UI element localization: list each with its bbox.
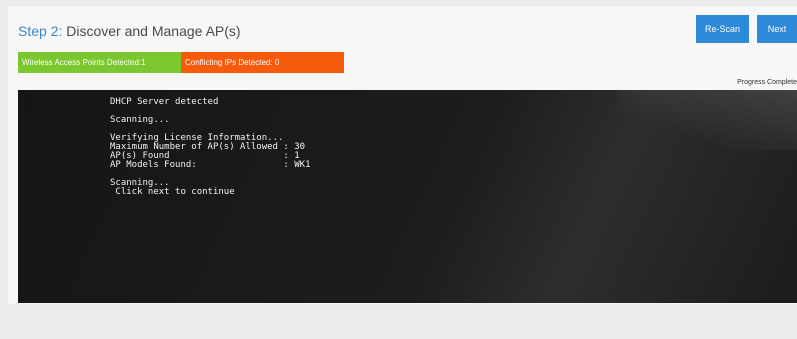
- next-button[interactable]: Next: [757, 15, 797, 43]
- console-line: AP Models Found: : WK1: [110, 160, 311, 170]
- console-line: DHCP Server detected: [110, 97, 219, 107]
- step-title: Discover and Manage AP(s): [62, 23, 241, 39]
- rescan-button[interactable]: Re-Scan: [696, 15, 749, 43]
- console-line: Scanning...: [110, 115, 170, 125]
- ip-conflict-badge: Conflicting IPs Detected: 0: [181, 52, 344, 73]
- step-label: Step 2:: [18, 23, 63, 39]
- console-output: DHCP Server detected Scanning... Verifyi…: [110, 98, 310, 197]
- page-title: Step 2: Discover and Manage AP(s): [18, 23, 241, 39]
- ap-detected-badge: Wireless Access Points Detected:1: [18, 52, 181, 73]
- console-line: Click next to continue: [110, 187, 235, 197]
- scan-console: DHCP Server detected Scanning... Verifyi…: [18, 90, 797, 303]
- wizard-panel: Step 2: Discover and Manage AP(s) Re-Sca…: [8, 6, 797, 304]
- progress-label: Progress Complete: [737, 79, 797, 86]
